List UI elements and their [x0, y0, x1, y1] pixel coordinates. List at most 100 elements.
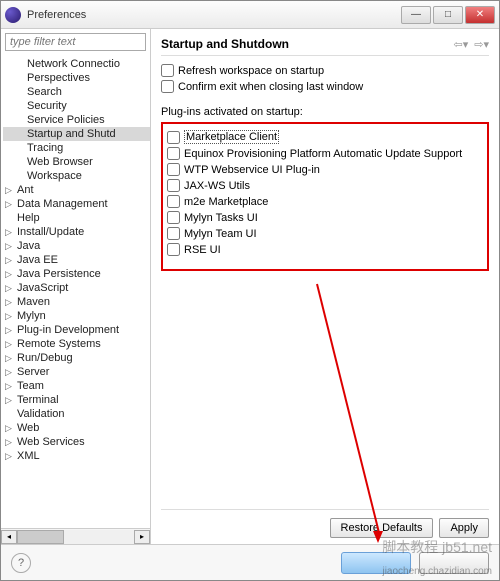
expand-icon[interactable]: ▷ — [5, 283, 15, 294]
plugin-label: Marketplace Client — [184, 130, 279, 144]
plugin-label: RSE UI — [184, 244, 221, 256]
tree-item[interactable]: Perspectives — [3, 71, 150, 85]
sidebar: Network ConnectioPerspectivesSearchSecur… — [1, 29, 151, 544]
tree-item[interactable]: ▷Maven — [3, 295, 150, 309]
back-icon[interactable]: ⇦▾ — [454, 38, 469, 51]
expand-icon[interactable]: ▷ — [5, 451, 15, 462]
plugin-checkbox[interactable] — [167, 195, 180, 208]
plugin-checkbox[interactable] — [167, 163, 180, 176]
help-icon[interactable]: ? — [11, 553, 31, 573]
cancel-button[interactable] — [419, 552, 489, 574]
expand-icon[interactable]: ▷ — [5, 367, 15, 378]
tree-item[interactable]: ▷Java EE — [3, 253, 150, 267]
refresh-label: Refresh workspace on startup — [178, 65, 324, 77]
plugin-item[interactable]: Equinox Provisioning Platform Automatic … — [167, 147, 483, 160]
ok-button[interactable] — [341, 552, 411, 574]
plugin-item[interactable]: m2e Marketplace — [167, 195, 483, 208]
plugin-checkbox[interactable] — [167, 131, 180, 144]
expand-icon[interactable]: ▷ — [5, 311, 15, 322]
tree-item[interactable]: ▷XML — [3, 449, 150, 463]
tree-item[interactable]: ▷Terminal — [3, 393, 150, 407]
tree-item[interactable]: ▷Web Services — [3, 435, 150, 449]
tree-item[interactable]: ▷Data Management — [3, 197, 150, 211]
expand-icon[interactable]: ▷ — [5, 437, 15, 448]
tree-item[interactable]: Help — [3, 211, 150, 225]
minimize-button[interactable]: — — [401, 6, 431, 24]
scroll-left-button[interactable]: ◂ — [1, 530, 17, 544]
tree-item[interactable]: ▷Java Persistence — [3, 267, 150, 281]
tree-item[interactable]: ▷Team — [3, 379, 150, 393]
tree-item-label: Help — [17, 212, 40, 224]
filter-input[interactable] — [5, 33, 146, 51]
tree-item[interactable]: Web Browser — [3, 155, 150, 169]
tree-item[interactable]: ▷Install/Update — [3, 225, 150, 239]
expand-icon[interactable]: ▷ — [5, 185, 15, 196]
close-button[interactable]: ✕ — [465, 6, 495, 24]
refresh-checkbox[interactable] — [161, 64, 174, 77]
scroll-right-button[interactable]: ▸ — [134, 530, 150, 544]
titlebar: Preferences — □ ✕ — [1, 1, 499, 29]
expand-icon[interactable]: ▷ — [5, 255, 15, 266]
expand-icon[interactable]: ▷ — [5, 395, 15, 406]
plugin-checkbox[interactable] — [167, 227, 180, 240]
app-icon — [5, 7, 21, 23]
plugin-label: Mylyn Team UI — [184, 228, 257, 240]
tree-item-label: Install/Update — [17, 226, 84, 238]
expand-icon[interactable]: ▷ — [5, 227, 15, 238]
tree-item[interactable]: Workspace — [3, 169, 150, 183]
expand-icon[interactable]: ▷ — [5, 423, 15, 434]
tree-item[interactable]: ▷Java — [3, 239, 150, 253]
expand-icon[interactable]: ▷ — [5, 353, 15, 364]
footer: ? — [1, 544, 499, 580]
tree-item[interactable]: Tracing — [3, 141, 150, 155]
confirm-label: Confirm exit when closing last window — [178, 81, 363, 93]
tree-item[interactable]: Service Policies — [3, 113, 150, 127]
maximize-button[interactable]: □ — [433, 6, 463, 24]
plugin-item[interactable]: Marketplace Client — [167, 130, 483, 144]
plugin-checkbox[interactable] — [167, 211, 180, 224]
plugin-item[interactable]: RSE UI — [167, 243, 483, 256]
tree-item[interactable]: Validation — [3, 407, 150, 421]
tree-item[interactable]: ▷Web — [3, 421, 150, 435]
tree-item[interactable]: Network Connectio — [3, 57, 150, 71]
refresh-option[interactable]: Refresh workspace on startup — [161, 64, 489, 77]
horizontal-scrollbar[interactable]: ◂ ▸ — [1, 528, 150, 544]
expand-icon[interactable]: ▷ — [5, 325, 15, 336]
tree-item[interactable]: ▷Mylyn — [3, 309, 150, 323]
confirm-checkbox[interactable] — [161, 80, 174, 93]
scroll-track[interactable] — [17, 530, 134, 544]
expand-icon[interactable]: ▷ — [5, 297, 15, 308]
plugin-checkbox[interactable] — [167, 179, 180, 192]
expand-icon[interactable]: ▷ — [5, 241, 15, 252]
tree-item[interactable]: ▷Ant — [3, 183, 150, 197]
plugin-item[interactable]: Mylyn Team UI — [167, 227, 483, 240]
expand-icon[interactable]: ▷ — [5, 199, 15, 210]
window-title: Preferences — [27, 9, 401, 21]
tree-item[interactable]: ▷Run/Debug — [3, 351, 150, 365]
plugin-item[interactable]: WTP Webservice UI Plug-in — [167, 163, 483, 176]
scroll-thumb[interactable] — [17, 530, 64, 544]
plugin-checkbox[interactable] — [167, 147, 180, 160]
plugin-checkbox[interactable] — [167, 243, 180, 256]
expand-icon[interactable]: ▷ — [5, 381, 15, 392]
tree-item-label: Server — [17, 366, 49, 378]
expand-icon[interactable]: ▷ — [5, 339, 15, 350]
page-title: Startup and Shutdown — [161, 37, 448, 51]
plugin-item[interactable]: JAX-WS Utils — [167, 179, 483, 192]
tree-item[interactable]: ▷Remote Systems — [3, 337, 150, 351]
tree-item-label: Web Services — [17, 436, 85, 448]
plugin-item[interactable]: Mylyn Tasks UI — [167, 211, 483, 224]
plugins-list: Marketplace Client Equinox Provisioning P… — [161, 122, 489, 271]
preference-tree[interactable]: Network ConnectioPerspectivesSearchSecur… — [1, 55, 150, 528]
expand-icon[interactable]: ▷ — [5, 269, 15, 280]
apply-button[interactable]: Apply — [439, 518, 489, 538]
tree-item[interactable]: Security — [3, 99, 150, 113]
tree-item[interactable]: ▷Server — [3, 365, 150, 379]
plugins-section-label: Plug-ins activated on startup: — [161, 106, 489, 118]
tree-item[interactable]: ▷Plug-in Development — [3, 323, 150, 337]
tree-item[interactable]: Search — [3, 85, 150, 99]
tree-item[interactable]: ▷JavaScript — [3, 281, 150, 295]
forward-icon[interactable]: ⇨▾ — [474, 38, 489, 51]
confirm-option[interactable]: Confirm exit when closing last window — [161, 80, 489, 93]
tree-item[interactable]: Startup and Shutd — [3, 127, 150, 141]
